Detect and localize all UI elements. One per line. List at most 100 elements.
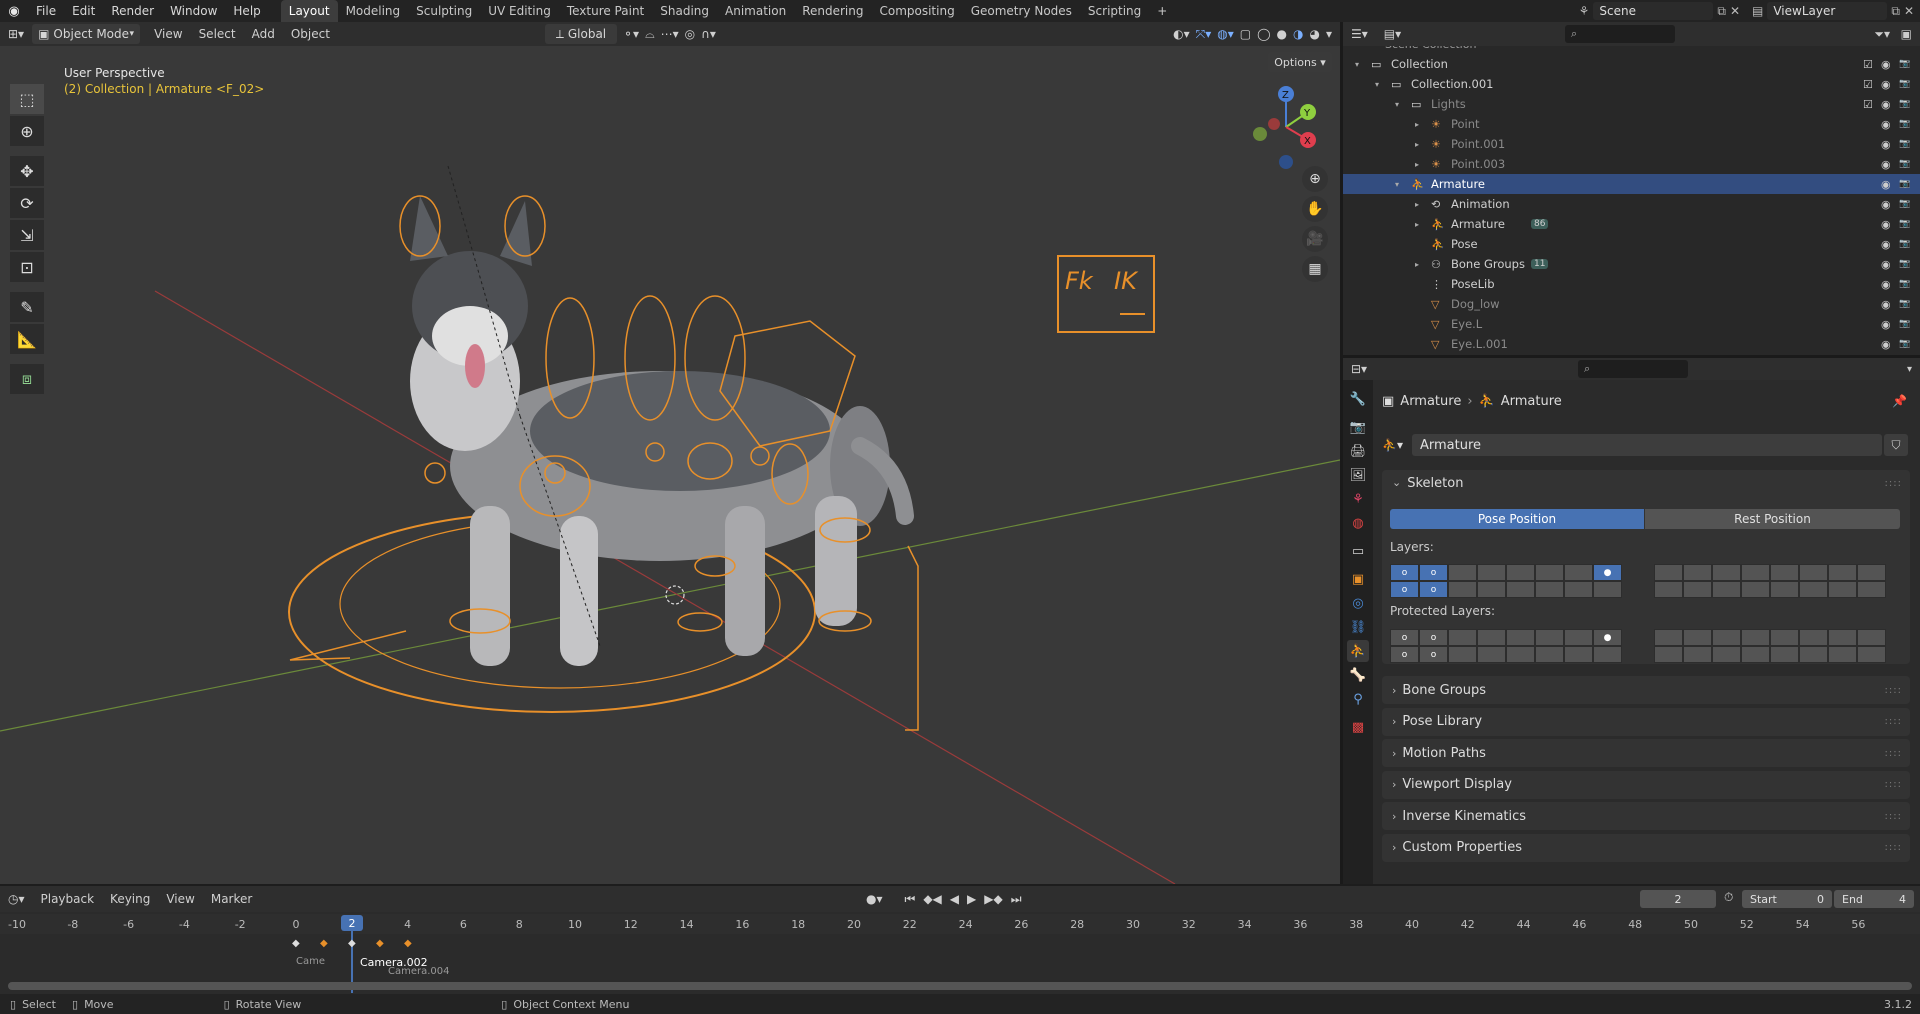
render-camera-icon[interactable]: 📷 bbox=[1899, 219, 1910, 229]
layers-grid-right[interactable] bbox=[1654, 564, 1886, 598]
texture-tab-icon[interactable]: ▩ bbox=[1347, 716, 1369, 738]
panel-grip-icon[interactable]: :::: bbox=[1885, 779, 1902, 790]
keyframe-diamond[interactable]: ◆ bbox=[320, 938, 328, 949]
move-tool[interactable]: ✥ bbox=[10, 156, 44, 186]
blender-logo-icon[interactable]: ◉ bbox=[0, 4, 28, 19]
gizmo-neg-y[interactable] bbox=[1253, 127, 1267, 141]
display-mode-icon[interactable]: ▤▾ bbox=[1376, 27, 1409, 41]
rotate-tool[interactable]: ⟳ bbox=[10, 188, 44, 218]
solid-shading-icon[interactable]: ● bbox=[1277, 27, 1287, 41]
outliner-row[interactable]: ▾ ▭ Lights ☑ ◉ 📷 bbox=[1343, 94, 1920, 114]
eye-icon[interactable]: ◉ bbox=[1881, 138, 1891, 151]
tab-texture-paint[interactable]: Texture Paint bbox=[559, 0, 652, 22]
falloff-icon[interactable]: ∩▾ bbox=[701, 27, 716, 41]
outliner-row[interactable]: ▸ ⚇ Bone Groups 11 ◉ 📷 bbox=[1343, 254, 1920, 274]
outliner-row[interactable]: ⋮ PoseLib ◉ 📷 bbox=[1343, 274, 1920, 294]
render-tab-icon[interactable]: 📷 bbox=[1347, 416, 1369, 438]
wireframe-shading-icon[interactable]: ◯ bbox=[1257, 27, 1270, 41]
scene-tab-icon[interactable]: ⚘ bbox=[1347, 488, 1369, 510]
panel-title[interactable]: Viewport Display bbox=[1402, 777, 1512, 792]
camera-view-button[interactable]: 🎥 bbox=[1302, 226, 1328, 252]
eye-icon[interactable]: ◉ bbox=[1881, 298, 1891, 311]
outliner-row[interactable]: ▽ Eye.L ◉ 📷 bbox=[1343, 314, 1920, 334]
eye-icon[interactable]: ◉ bbox=[1881, 118, 1891, 131]
render-camera-icon[interactable]: 📷 bbox=[1899, 119, 1910, 129]
bone-tab-icon[interactable]: 🦴 bbox=[1347, 664, 1369, 686]
ortho-toggle-button[interactable]: ▦ bbox=[1302, 256, 1328, 282]
outliner-search-input[interactable]: ⌕ bbox=[1565, 25, 1675, 43]
tab-layout[interactable]: Layout bbox=[280, 0, 338, 22]
chevron-right-icon[interactable]: › bbox=[1392, 810, 1396, 823]
expand-arrow-icon[interactable]: ▸ bbox=[1415, 260, 1419, 269]
skeleton-title[interactable]: Skeleton bbox=[1407, 476, 1463, 491]
panel-grip-icon[interactable]: :::: bbox=[1885, 685, 1902, 696]
timeline-editor-type-icon[interactable]: ◷▾ bbox=[0, 892, 33, 906]
properties-options-icon[interactable]: ▾ bbox=[1907, 364, 1912, 375]
delete-view-layer-icon[interactable]: ✕ bbox=[1904, 4, 1914, 18]
eye-icon[interactable]: ◉ bbox=[1881, 158, 1891, 171]
tab-shading[interactable]: Shading bbox=[652, 0, 717, 22]
viewport-menu-view[interactable]: View bbox=[146, 27, 190, 41]
pose-position-button[interactable]: Pose Position bbox=[1390, 509, 1644, 529]
render-camera-icon[interactable]: 📷 bbox=[1899, 279, 1910, 289]
eye-icon[interactable]: ◉ bbox=[1881, 198, 1891, 211]
outliner-row[interactable]: ▽ Dog_low ◉ 📷 bbox=[1343, 294, 1920, 314]
tab-uv-editing[interactable]: UV Editing bbox=[480, 0, 559, 22]
zoom-view-button[interactable]: ⊕ bbox=[1302, 166, 1328, 192]
filter-icon[interactable]: ⏷▾ bbox=[1874, 27, 1890, 42]
chevron-right-icon[interactable]: › bbox=[1392, 778, 1396, 791]
eye-icon[interactable]: ◉ bbox=[1881, 98, 1891, 111]
expand-arrow-icon[interactable]: ▸ bbox=[1415, 140, 1419, 149]
tab-sculpting[interactable]: Sculpting bbox=[408, 0, 480, 22]
render-camera-icon[interactable]: 📷 bbox=[1899, 139, 1910, 149]
gizmo-neg-x[interactable] bbox=[1268, 118, 1280, 130]
editor-type-icon[interactable]: ⊞▾ bbox=[0, 27, 32, 41]
chevron-right-icon[interactable]: › bbox=[1392, 715, 1396, 728]
menu-help[interactable]: Help bbox=[225, 0, 268, 22]
outliner-row[interactable]: ▾ ▭ Collection ☑ ◉ 📷 bbox=[1343, 54, 1920, 74]
eye-icon[interactable]: ◉ bbox=[1881, 258, 1891, 271]
playhead-frame-label[interactable]: 2 bbox=[341, 915, 363, 931]
expand-arrow-icon[interactable]: ▸ bbox=[1415, 220, 1419, 229]
tab-geometry-nodes[interactable]: Geometry Nodes bbox=[963, 0, 1080, 22]
timeline-menu-keying[interactable]: Keying bbox=[102, 892, 158, 906]
annotate-tool[interactable]: ✎ bbox=[10, 292, 44, 322]
render-camera-icon[interactable]: 📷 bbox=[1899, 179, 1910, 189]
render-camera-icon[interactable]: 📷 bbox=[1899, 59, 1910, 69]
panel-pose-library[interactable]: › Pose Library:::: bbox=[1382, 707, 1910, 736]
expand-arrow-icon[interactable]: ▾ bbox=[1375, 80, 1379, 89]
keyframe-diamond[interactable]: ◆ bbox=[404, 938, 412, 949]
snap-icon[interactable]: ⌓ bbox=[645, 27, 655, 42]
tab-modeling[interactable]: Modeling bbox=[338, 0, 409, 22]
tab-animation[interactable]: Animation bbox=[717, 0, 794, 22]
render-camera-icon[interactable]: 📷 bbox=[1899, 299, 1910, 309]
expand-arrow-icon[interactable]: ▸ bbox=[1415, 120, 1419, 129]
stopwatch-icon[interactable]: ⏱ bbox=[1724, 890, 1733, 905]
chevron-down-icon[interactable]: ⌄ bbox=[1392, 476, 1401, 489]
panel-title[interactable]: Bone Groups bbox=[1402, 683, 1486, 698]
render-camera-icon[interactable]: 📷 bbox=[1899, 259, 1910, 269]
armature-browse-icon[interactable]: ⛹▾ bbox=[1382, 438, 1412, 452]
eye-icon[interactable]: ◉ bbox=[1881, 78, 1891, 91]
object-tab-icon[interactable]: ▣ bbox=[1347, 568, 1369, 590]
expand-arrow-icon[interactable]: ▾ bbox=[1395, 100, 1399, 109]
panel-grip-icon[interactable]: :::: bbox=[1885, 748, 1902, 759]
menu-render[interactable]: Render bbox=[103, 0, 162, 22]
start-frame-field[interactable]: Start 0 bbox=[1742, 890, 1832, 908]
protected-layers-grid-right[interactable] bbox=[1654, 629, 1886, 663]
datablock-name-field[interactable]: Armature bbox=[1412, 434, 1882, 456]
viewport-menu-select[interactable]: Select bbox=[191, 27, 244, 41]
camera-marker-label[interactable]: Came bbox=[296, 956, 325, 967]
scale-tool[interactable]: ⇲ bbox=[10, 220, 44, 250]
panel-title[interactable]: Pose Library bbox=[1402, 714, 1482, 729]
rest-position-button[interactable]: Rest Position bbox=[1645, 509, 1900, 529]
cursor-tool[interactable]: ⊕ bbox=[10, 116, 44, 146]
eye-icon[interactable]: ◉ bbox=[1881, 318, 1891, 331]
panel-grip-icon[interactable]: :::: bbox=[1885, 811, 1902, 822]
navigation-gizmo[interactable]: Z Y X bbox=[1246, 82, 1326, 172]
add-cube-tool[interactable]: ⧈ bbox=[10, 364, 44, 394]
xray-icon[interactable]: ▢ bbox=[1240, 27, 1251, 41]
collection-tab-icon[interactable]: ▭ bbox=[1347, 540, 1369, 562]
outliner-row[interactable]: ▸ ⟲ Animation ◉ 📷 bbox=[1343, 194, 1920, 214]
expand-arrow-icon[interactable]: ▾ bbox=[1395, 180, 1399, 189]
